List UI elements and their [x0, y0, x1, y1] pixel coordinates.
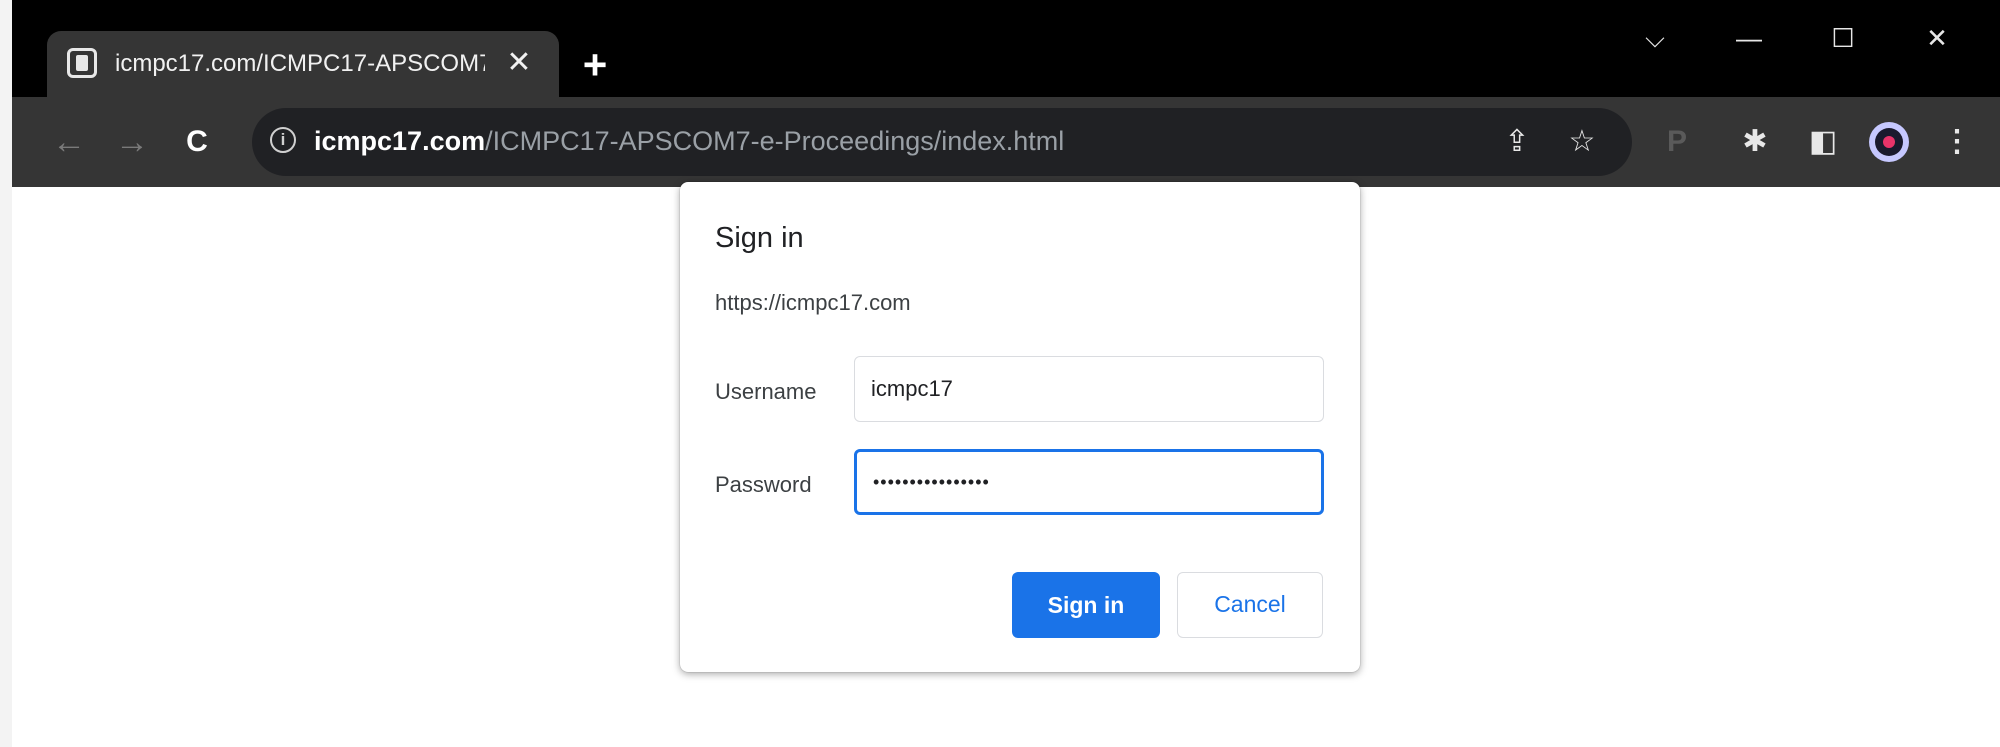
menu-icon[interactable]: ⋮: [1932, 117, 1982, 167]
minimize-button[interactable]: —: [1724, 18, 1774, 58]
cancel-button[interactable]: Cancel: [1177, 572, 1323, 638]
password-label: Password: [715, 472, 812, 497]
url-host: icmpc17.com: [314, 126, 486, 156]
title-bar: icmpc17.com/ICMPC17-APSCOM7 ✕ + ⌵ — ☐ ✕: [12, 0, 2000, 97]
extensions-icon[interactable]: ✱: [1730, 117, 1780, 167]
share-icon[interactable]: ⇪: [1492, 117, 1542, 167]
username-field[interactable]: [854, 356, 1324, 422]
address-bar[interactable]: i icmpc17.com/ICMPC17-APSCOM7-e-Proceedi…: [252, 108, 1632, 176]
active-tab[interactable]: icmpc17.com/ICMPC17-APSCOM7 ✕: [47, 31, 559, 97]
tab-search-icon[interactable]: ⌵: [1630, 18, 1680, 58]
forward-button[interactable]: →: [107, 117, 157, 167]
maximize-button[interactable]: ☐: [1818, 18, 1868, 58]
url-path: /ICMPC17-APSCOM7-e-Proceedings/index.htm…: [485, 126, 1065, 156]
tab-close-icon[interactable]: ✕: [499, 43, 539, 83]
dialog-origin: https://icmpc17.com: [715, 290, 911, 315]
browser-toolbar: ← → C i icmpc17.com/ICMPC17-APSCOM7-e-Pr…: [12, 97, 2000, 187]
star-icon[interactable]: ☆: [1557, 117, 1607, 167]
dialog-title: Sign in: [715, 222, 804, 254]
password-field[interactable]: [854, 449, 1324, 515]
browser-window: icmpc17.com/ICMPC17-APSCOM7 ✕ + ⌵ — ☐ ✕ …: [12, 0, 2000, 747]
info-icon[interactable]: i: [270, 127, 296, 153]
url-text[interactable]: icmpc17.com/ICMPC17-APSCOM7-e-Proceeding…: [314, 126, 1064, 160]
sign-in-button[interactable]: Sign in: [1012, 572, 1160, 638]
document-icon: [67, 48, 97, 78]
profile-avatar-icon[interactable]: [1864, 117, 1914, 167]
extension-p-icon[interactable]: P: [1652, 117, 1702, 167]
window-left-edge: [0, 0, 12, 747]
back-button[interactable]: ←: [44, 117, 94, 167]
side-panel-icon[interactable]: ◧: [1798, 117, 1848, 167]
new-tab-button[interactable]: +: [572, 42, 618, 88]
sign-in-dialog: Sign in https://icmpc17.com Username Pas…: [680, 182, 1360, 672]
reload-button[interactable]: C: [172, 117, 222, 167]
tab-title: icmpc17.com/ICMPC17-APSCOM7: [115, 50, 485, 77]
close-window-button[interactable]: ✕: [1912, 18, 1962, 58]
username-label: Username: [715, 379, 817, 404]
